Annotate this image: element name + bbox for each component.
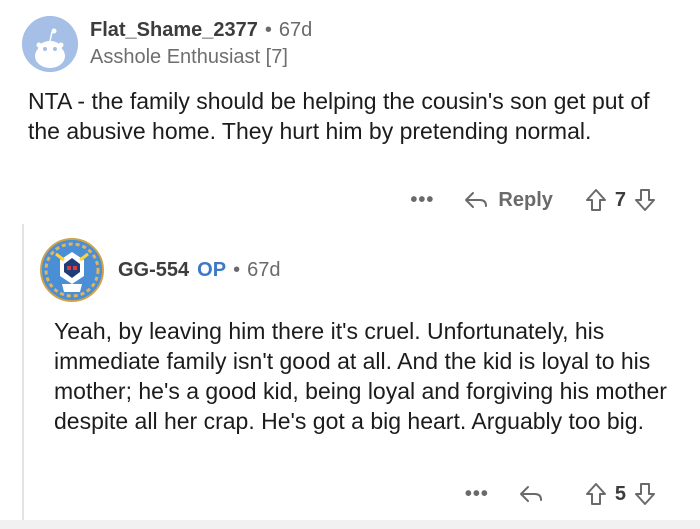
comment-2-body: Yeah, by leaving him there it's cruel. U… — [54, 318, 667, 434]
user-flair: Asshole Enthusiast [7] — [90, 46, 288, 68]
username[interactable]: GG-554 — [118, 259, 189, 282]
reply-button[interactable]: Reply — [464, 188, 553, 212]
downvote-icon[interactable] — [634, 188, 656, 212]
separator-dot: • — [264, 19, 272, 41]
upvote-icon[interactable] — [585, 188, 607, 212]
separator-dot: • — [233, 258, 241, 281]
thread-line[interactable] — [22, 224, 24, 529]
vote-score: 7 — [614, 188, 626, 211]
vote-score: 5 — [614, 482, 626, 505]
reply-arrow-icon — [519, 486, 542, 502]
comment-age: 67d — [278, 19, 313, 41]
upvote-icon[interactable] — [585, 482, 607, 506]
reddit-snoo-avatar-icon — [22, 16, 78, 72]
more-options-button[interactable]: ••• — [410, 189, 434, 212]
reply-label: Reply — [498, 188, 553, 211]
more-options-button[interactable]: ••• — [465, 483, 489, 506]
vote-controls: 7 — [585, 188, 656, 212]
reply-button[interactable] — [519, 484, 553, 504]
avatar[interactable] — [22, 16, 78, 72]
username[interactable]: Flat_Shame_2377 — [90, 19, 258, 42]
op-badge: OP — [197, 258, 227, 281]
comment-1-body: NTA - the family should be helping the c… — [28, 88, 650, 144]
robot-avatar-icon — [42, 240, 102, 300]
comment-2-actions: ••• 5 — [465, 474, 656, 514]
bottom-divider — [0, 520, 700, 529]
comment-1-header: Flat_Shame_2377 • 67d Asshole Enthusiast… — [22, 14, 312, 74]
avatar[interactable] — [40, 238, 104, 302]
downvote-icon[interactable] — [634, 482, 656, 506]
comment-2-header: GG-554 OP • 67d — [40, 238, 280, 302]
vote-controls: 5 — [585, 482, 656, 506]
comment-1-actions: ••• Reply 7 — [410, 180, 656, 220]
comment-age: 67d — [247, 258, 281, 281]
reply-arrow-icon — [465, 192, 488, 208]
